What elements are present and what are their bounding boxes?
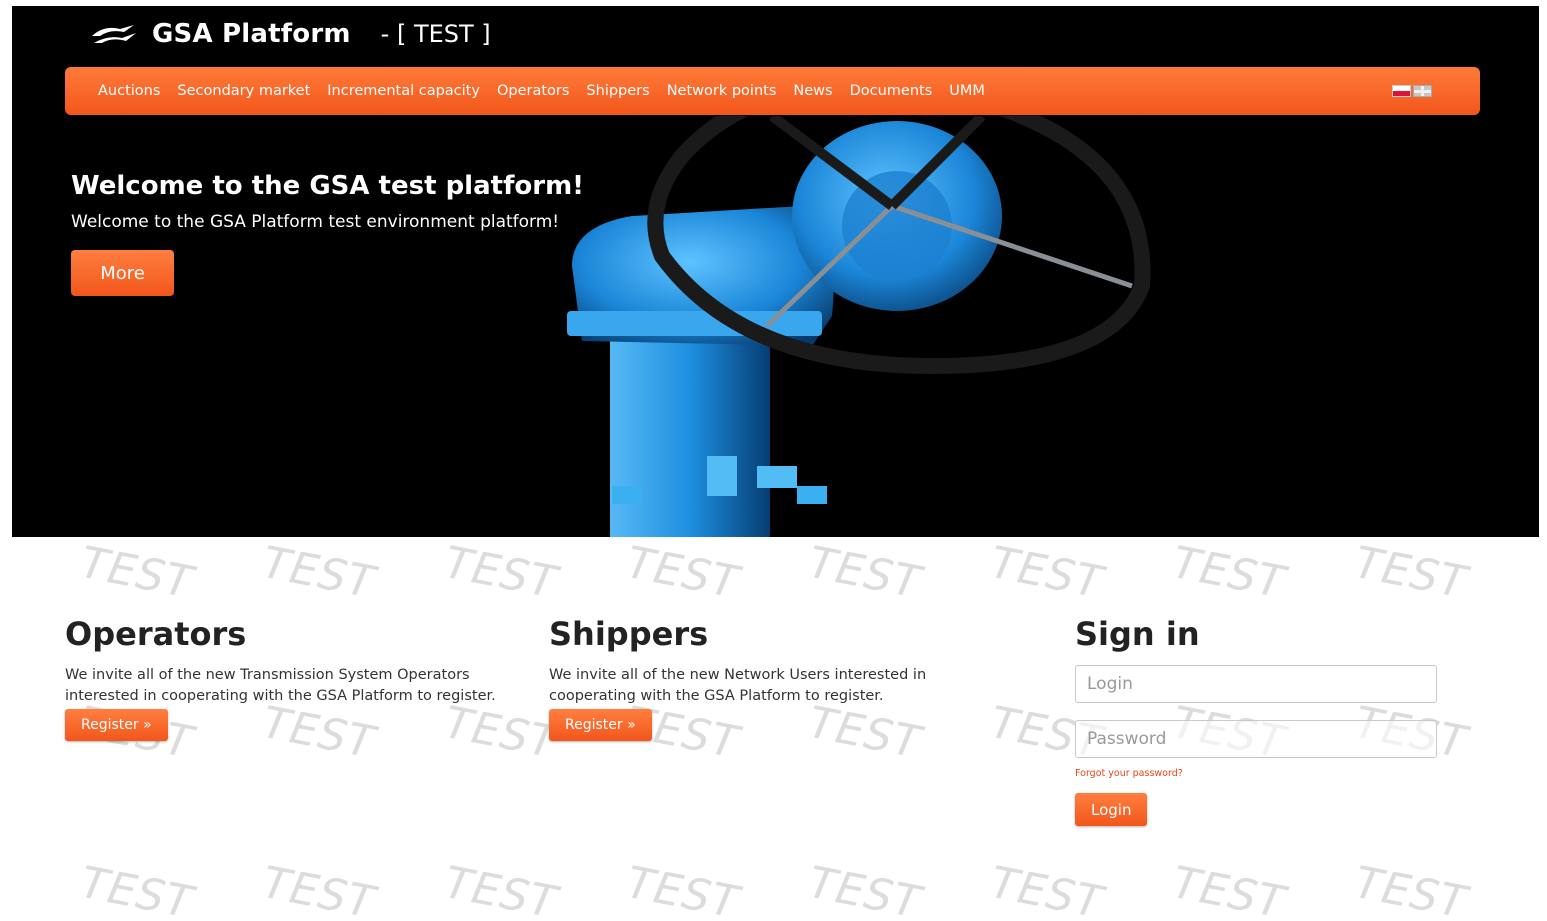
test-watermark: TEST — [258, 537, 380, 609]
nav-item-secondary-market[interactable]: Secondary market — [177, 83, 310, 99]
test-watermark: TEST — [76, 537, 198, 609]
shippers-text: We invite all of the new Network Users i… — [549, 667, 927, 704]
nav-item-network-points[interactable]: Network points — [667, 83, 777, 99]
nav-item-umm[interactable]: UMM — [949, 83, 985, 99]
test-watermark: TEST — [76, 857, 198, 921]
test-watermark: TEST — [1350, 857, 1472, 921]
nav-item-documents[interactable]: Documents — [850, 83, 933, 99]
main-nav: Auctions Secondary market Incremental ca… — [65, 67, 1480, 115]
en-flag-icon[interactable] — [1413, 85, 1432, 97]
shippers-section: Shippers We invite all of the new Networ… — [549, 615, 979, 741]
test-watermark: TEST — [622, 537, 744, 609]
nav-item-news[interactable]: News — [793, 83, 832, 99]
test-watermark: TEST — [1350, 537, 1472, 609]
test-watermark: TEST — [622, 857, 744, 921]
nav-item-incremental-capacity[interactable]: Incremental capacity — [327, 83, 480, 99]
forgot-password-link[interactable]: Forgot your password? — [1075, 768, 1437, 779]
pl-flag-icon[interactable] — [1392, 85, 1411, 97]
test-watermark: TEST — [986, 857, 1108, 921]
test-watermark: TEST — [258, 857, 380, 921]
test-watermark: TEST — [1168, 537, 1290, 609]
nav-item-auctions[interactable]: Auctions — [98, 83, 160, 99]
language-switcher — [1392, 85, 1432, 97]
password-input[interactable] — [1075, 720, 1437, 758]
nav-item-operators[interactable]: Operators — [497, 83, 569, 99]
test-watermark: TEST — [1168, 857, 1290, 921]
hero-title: Welcome to the GSA test platform! — [71, 171, 585, 201]
test-watermark: TEST — [440, 857, 562, 921]
operators-section: Operators We invite all of the new Trans… — [65, 615, 525, 741]
hero-section: GSA Platform - [ TEST ] Auctions Seconda… — [12, 6, 1539, 537]
valve-image — [567, 116, 1151, 537]
gsa-logo-icon — [90, 23, 138, 45]
environment-label: - [ TEST ] — [380, 20, 491, 48]
brand-name: GSA Platform — [152, 19, 351, 49]
signin-section: Sign in Forgot your password? Login — [1075, 615, 1437, 826]
more-button[interactable]: More — [71, 250, 174, 296]
login-input[interactable] — [1075, 665, 1437, 703]
operators-title: Operators — [65, 615, 247, 653]
signin-title: Sign in — [1075, 615, 1200, 653]
hero-subtitle: Welcome to the GSA Platform test environ… — [71, 212, 560, 232]
login-button[interactable]: Login — [1075, 793, 1148, 826]
test-watermark: TEST — [440, 537, 562, 609]
operators-register-button[interactable]: Register » — [65, 709, 168, 741]
test-watermark: TEST — [804, 857, 926, 921]
brand[interactable]: GSA Platform - [ TEST ] — [90, 14, 491, 54]
operators-text: We invite all of the new Transmission Sy… — [65, 667, 496, 704]
test-watermark: TEST — [804, 537, 926, 609]
nav-item-shippers[interactable]: Shippers — [586, 83, 649, 99]
test-watermark: TEST — [986, 537, 1108, 609]
shippers-register-button[interactable]: Register » — [549, 709, 652, 741]
shippers-title: Shippers — [549, 615, 709, 653]
